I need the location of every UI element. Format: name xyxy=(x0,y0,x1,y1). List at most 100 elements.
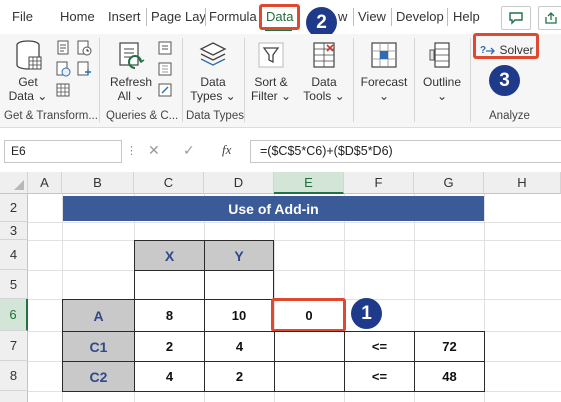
enter-icon[interactable]: ✓ xyxy=(183,142,195,159)
edit-links-icon[interactable] xyxy=(157,82,173,98)
cell-d6[interactable]: 10 xyxy=(204,299,274,332)
column-header-h[interactable]: H xyxy=(484,172,561,194)
forecast-label: Forecast xyxy=(360,75,408,89)
gridline xyxy=(28,270,561,271)
column-header-g[interactable]: G xyxy=(414,172,484,194)
gridline xyxy=(28,240,561,241)
cell-g7[interactable]: 72 xyxy=(414,331,485,362)
outline-label-2: ⌄ xyxy=(436,89,448,103)
sort-filter-label-2: Filter ⌄ xyxy=(250,89,292,103)
outline-button[interactable]: Outline ⌄ xyxy=(418,40,466,103)
tab-insert[interactable]: Insert xyxy=(108,8,141,26)
cell-c8[interactable]: 4 xyxy=(134,361,205,392)
sort-filter-button[interactable]: Sort & Filter ⌄ xyxy=(249,40,293,103)
column-header-c[interactable]: C xyxy=(134,172,204,194)
tab-help[interactable]: Help xyxy=(453,8,480,26)
row-header-5[interactable]: 5 xyxy=(0,270,28,299)
recent-sources-icon[interactable] xyxy=(76,40,92,56)
database-icon xyxy=(16,40,42,70)
column-header-b[interactable]: B xyxy=(62,172,134,194)
tab-file[interactable]: File xyxy=(12,8,33,26)
row-header-4[interactable]: 4 xyxy=(0,240,28,270)
tab-separator xyxy=(146,8,147,26)
existing-connections-icon[interactable] xyxy=(76,61,92,77)
refresh-label: Refresh xyxy=(109,75,153,89)
group-label-data-types: Data Types xyxy=(186,110,244,122)
group-separator xyxy=(99,38,100,122)
ribbon-tabs: File Home Insert Page Lay Formula Data w… xyxy=(0,0,561,38)
get-data-label: Get xyxy=(18,75,38,89)
row-header-3[interactable]: 3 xyxy=(0,222,28,240)
cancel-icon[interactable]: ✕ xyxy=(148,142,160,159)
get-data-button[interactable]: Get Data ⌄ xyxy=(6,40,50,103)
row-header-8[interactable]: 8 xyxy=(0,361,28,391)
cell-d8[interactable]: 2 xyxy=(204,361,275,392)
formula-input[interactable]: =($C$5*C6)+($D$5*D6) xyxy=(250,140,561,163)
tab-page-layout[interactable]: Page Lay xyxy=(151,8,206,26)
cell-c6[interactable]: 8 xyxy=(134,299,205,332)
row-label-a[interactable]: A xyxy=(62,299,135,332)
forecast-label-2: ⌄ xyxy=(378,89,390,103)
refresh-all-button[interactable]: Refresh All ⌄ xyxy=(108,40,154,103)
group-separator xyxy=(414,38,415,122)
cell-c5[interactable] xyxy=(134,270,205,300)
group-separator xyxy=(182,38,183,122)
group-label-analyze: Analyze xyxy=(489,110,530,122)
queries-connections-icon[interactable] xyxy=(157,40,173,56)
header-x-cell[interactable]: X xyxy=(134,240,205,271)
insert-function-icon[interactable]: fx xyxy=(222,142,231,158)
share-icon xyxy=(544,12,557,24)
tab-separator xyxy=(391,8,392,26)
outline-icon xyxy=(429,42,450,68)
cell-d7[interactable]: 4 xyxy=(204,331,275,362)
column-header-e[interactable]: E xyxy=(274,172,344,194)
select-all-corner[interactable] xyxy=(0,172,28,194)
tab-separator xyxy=(353,8,354,26)
tab-review[interactable]: w xyxy=(338,8,347,26)
annotation-badge-1: 1 xyxy=(351,298,382,329)
row-header-9[interactable] xyxy=(0,391,28,402)
from-table-icon[interactable] xyxy=(55,82,71,98)
data-types-label: Data xyxy=(200,75,226,89)
worksheet-grid: A B C D E F G H 2 3 4 5 6 7 8 Use of Add… xyxy=(0,172,561,402)
tab-formulas[interactable]: Formula xyxy=(209,8,257,26)
selected-cell-highlight xyxy=(271,298,346,332)
column-header-a[interactable]: A xyxy=(28,172,62,194)
share-button[interactable] xyxy=(538,6,561,30)
tab-separator xyxy=(447,8,448,26)
from-text-icon[interactable] xyxy=(55,40,71,56)
header-y-cell[interactable]: Y xyxy=(204,240,274,271)
cell-e7[interactable] xyxy=(274,331,345,362)
row-label-c2[interactable]: C2 xyxy=(62,361,135,392)
sheet-title-cell[interactable]: Use of Add-in xyxy=(63,196,484,221)
row-header-7[interactable]: 7 xyxy=(0,331,28,361)
name-box[interactable]: E6 xyxy=(4,140,122,163)
comments-button[interactable] xyxy=(501,6,531,30)
cell-f7[interactable]: <= xyxy=(344,331,415,362)
column-header-d[interactable]: D xyxy=(204,172,274,194)
sort-filter-label: Sort & xyxy=(254,75,288,89)
formula-bar: E6 ⋮ ✕ ✓ fx =($C$5*C6)+($D$5*D6) xyxy=(0,138,561,165)
tab-home[interactable]: Home xyxy=(60,8,95,26)
row-header-2[interactable]: 2 xyxy=(0,194,28,222)
tab-view[interactable]: View xyxy=(358,8,386,26)
group-separator xyxy=(470,38,471,122)
row-header-6[interactable]: 6 xyxy=(0,299,28,331)
column-header-f[interactable]: F xyxy=(344,172,414,194)
from-web-icon[interactable] xyxy=(55,61,71,77)
cell-d5[interactable] xyxy=(204,270,274,300)
cell-e8[interactable] xyxy=(274,361,345,392)
cell-f8[interactable]: <= xyxy=(344,361,415,392)
refresh-label-2: All ⌄ xyxy=(117,89,145,103)
comment-icon xyxy=(509,12,523,25)
data-tools-button[interactable]: Data Tools ⌄ xyxy=(302,40,346,103)
cell-c7[interactable]: 2 xyxy=(134,331,205,362)
tab-developer[interactable]: Develop xyxy=(396,8,444,26)
solver-highlight xyxy=(473,33,539,59)
data-types-button[interactable]: Data Types ⌄ xyxy=(190,40,236,103)
properties-icon[interactable] xyxy=(157,61,173,77)
more-dots-icon: ⋮ xyxy=(126,145,137,157)
cell-g8[interactable]: 48 xyxy=(414,361,485,392)
forecast-button[interactable]: Forecast ⌄ xyxy=(358,40,410,103)
row-label-c1[interactable]: C1 xyxy=(62,331,135,362)
